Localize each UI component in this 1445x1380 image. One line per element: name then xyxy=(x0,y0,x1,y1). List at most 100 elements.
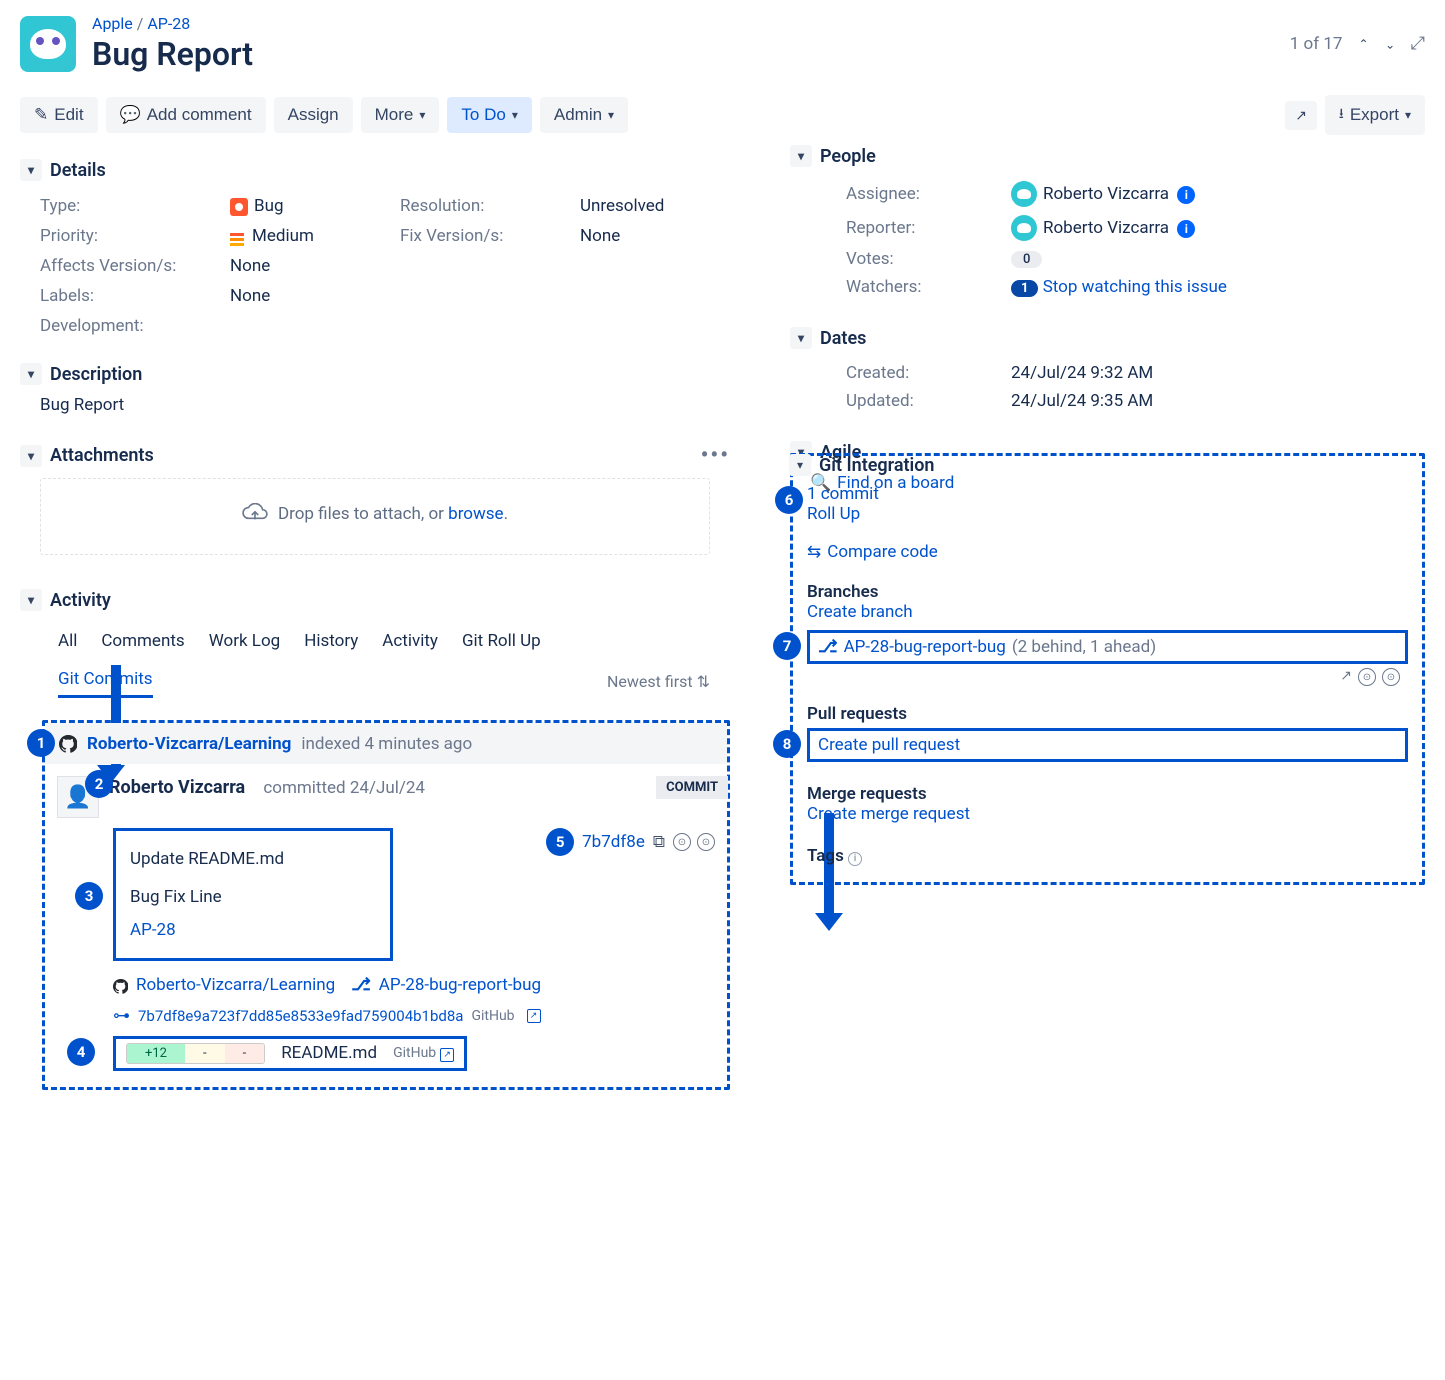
collapse-people[interactable]: ▾ xyxy=(790,145,812,167)
external-link-icon[interactable]: ↗ xyxy=(527,1009,541,1023)
share-button[interactable]: ↗ xyxy=(1285,101,1317,130)
repo-indexed: indexed 4 minutes ago xyxy=(301,734,472,754)
fixversion-label: Fix Version/s: xyxy=(400,226,580,246)
pr-heading: Pull requests xyxy=(807,704,1408,724)
collapse-dates[interactable]: ▾ xyxy=(790,327,812,349)
stop-watching-link[interactable]: Stop watching this issue xyxy=(1043,277,1227,297)
edit-button[interactable]: ✎Edit xyxy=(20,97,98,133)
tags-heading: Tags xyxy=(807,846,844,866)
admin-button[interactable]: Admin▾ xyxy=(540,97,628,133)
fixversion-value: None xyxy=(580,226,620,246)
people-heading: People xyxy=(820,146,876,167)
git-heading: Git Integration xyxy=(819,455,934,476)
branch-stat: (2 behind, 1 ahead) xyxy=(1012,637,1156,657)
pager-next-icon[interactable]: ⌃ xyxy=(1385,37,1395,51)
labels-label: Labels: xyxy=(40,286,230,306)
priority-value: Medium xyxy=(252,226,314,246)
sort-button[interactable]: Newest first ⇅ xyxy=(607,672,710,691)
collapse-attachments[interactable]: ▾ xyxy=(20,445,42,467)
chevron-down-icon: ▾ xyxy=(608,108,614,122)
breadcrumb-project[interactable]: Apple xyxy=(92,14,133,33)
dates-heading: Dates xyxy=(820,328,866,349)
callout-4: 4 xyxy=(67,1038,95,1066)
commit-author: Roberto Vizcarra xyxy=(109,777,245,798)
assignee-value: Roberto Vizcarra xyxy=(1043,184,1169,204)
development-label: Development: xyxy=(40,316,230,336)
status-icon-1: ⊙ xyxy=(673,833,691,851)
breadcrumb-key[interactable]: AP-28 xyxy=(147,14,190,33)
branch-link[interactable]: AP-28-bug-report-bug xyxy=(379,975,541,995)
priority-icon xyxy=(230,238,244,241)
resolution-label: Resolution: xyxy=(400,196,580,216)
branch-name[interactable]: AP-28-bug-report-bug xyxy=(844,637,1006,657)
pencil-icon: ✎ xyxy=(34,105,48,125)
external-link-icon[interactable]: ↗ xyxy=(440,1048,454,1062)
affects-value: None xyxy=(230,256,270,276)
git-rollup-link[interactable]: Roll Up xyxy=(807,504,860,524)
description-heading: Description xyxy=(50,364,142,385)
share-icon: ↗ xyxy=(1295,107,1307,124)
cloud-upload-icon xyxy=(242,503,268,525)
commit-hash-long[interactable]: 7b7df8e9a723f7dd85e8533e9fad759004b1bd8a xyxy=(138,1007,463,1025)
create-pr-link[interactable]: Create pull request xyxy=(818,735,960,755)
watchers-label: Watchers: xyxy=(846,277,1011,297)
assign-button[interactable]: Assign xyxy=(274,97,353,133)
repo-link[interactable]: Roberto-Vizcarra/Learning xyxy=(87,734,291,754)
info-icon[interactable]: i xyxy=(1177,220,1195,238)
diff-add: +12 xyxy=(127,1044,185,1063)
diff-stat: +12 - - xyxy=(126,1043,265,1064)
copy-icon[interactable]: ⧉ xyxy=(653,832,665,852)
tab-all[interactable]: All xyxy=(58,627,77,657)
add-comment-button[interactable]: 💬Add comment xyxy=(106,97,266,133)
status-icon-2: ⊙ xyxy=(697,833,715,851)
chevron-down-icon: ▾ xyxy=(419,108,425,122)
commit-hash-short[interactable]: 7b7df8e xyxy=(582,832,645,852)
github-icon xyxy=(59,733,77,754)
collapse-description[interactable]: ▾ xyxy=(20,363,42,385)
repo-link-2[interactable]: Roberto-Vizcarra/Learning xyxy=(136,975,335,995)
file-diff-row: +12 - - README.md GitHub↗ xyxy=(113,1036,467,1071)
open-external-icon[interactable]: ↗ xyxy=(1340,668,1352,686)
commit-msg-1: Update README.md xyxy=(130,843,376,875)
collapse-details[interactable]: ▾ xyxy=(20,159,42,181)
type-label: Type: xyxy=(40,196,230,216)
tab-comments[interactable]: Comments xyxy=(101,627,184,657)
git-compare-link[interactable]: ⇆Compare code xyxy=(807,542,938,562)
browse-link[interactable]: browse xyxy=(448,504,503,524)
tab-worklog[interactable]: Work Log xyxy=(209,627,281,657)
branch-icon: ⎇ xyxy=(818,637,838,657)
create-branch-link[interactable]: Create branch xyxy=(807,602,913,622)
status-button[interactable]: To Do▾ xyxy=(447,97,531,133)
file-name: README.md xyxy=(281,1043,377,1063)
fullscreen-icon[interactable]: ⤢ xyxy=(1411,33,1425,54)
commit-msg-key[interactable]: AP-28 xyxy=(130,920,176,940)
info-icon[interactable]: i xyxy=(1177,186,1195,204)
avatar xyxy=(1011,181,1037,207)
activity-heading: Activity xyxy=(50,590,111,611)
info-icon[interactable]: i xyxy=(848,852,862,866)
branch-row: ⎇ AP-28-bug-report-bug (2 behind, 1 ahea… xyxy=(807,630,1408,664)
bug-icon xyxy=(230,198,248,216)
commit-source: GitHub xyxy=(471,1008,514,1024)
git-commits-link[interactable]: 1 commit xyxy=(807,484,879,504)
callout-7: 7 xyxy=(773,632,801,660)
tab-activity[interactable]: Activity xyxy=(382,627,438,657)
pager-prev-icon[interactable]: ⌃ xyxy=(1358,37,1368,51)
more-button[interactable]: More▾ xyxy=(361,97,440,133)
commit-msg-2: Bug Fix Line xyxy=(130,881,376,913)
collapse-git[interactable]: ▾ xyxy=(789,454,811,476)
chevron-down-icon: ▾ xyxy=(512,108,518,122)
status-icon-1: ⊙ xyxy=(1358,668,1376,686)
description-text: Bug Report xyxy=(20,395,730,419)
status-icon-2: ⊙ xyxy=(1382,668,1400,686)
tab-gitrollup[interactable]: Git Roll Up xyxy=(462,627,541,657)
attachments-dropzone[interactable]: Drop files to attach, or browse. xyxy=(40,478,710,555)
tab-history[interactable]: History xyxy=(304,627,358,657)
attachments-menu-icon[interactable]: ••• xyxy=(701,443,730,468)
comment-icon: 💬 xyxy=(120,105,141,125)
chevron-down-icon: ▾ xyxy=(1405,108,1411,122)
create-mr-link[interactable]: Create merge request xyxy=(807,804,970,824)
export-button[interactable]: ⭳Export▾ xyxy=(1325,95,1425,135)
commit-message-box: Update README.md Bug Fix Line AP-28 xyxy=(113,828,393,961)
collapse-activity[interactable]: ▾ xyxy=(20,589,42,611)
